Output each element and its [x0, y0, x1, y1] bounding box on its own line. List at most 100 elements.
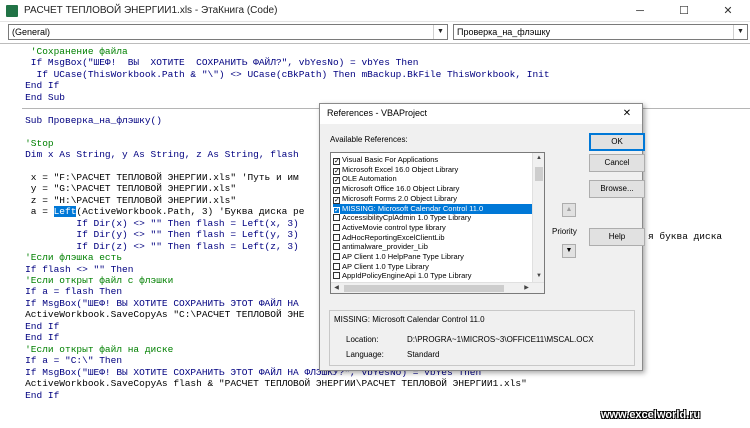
code-line[interactable]: End Sub — [8, 92, 65, 103]
code-line[interactable]: End If — [8, 321, 59, 332]
code-line[interactable]: End If — [8, 332, 59, 343]
reference-label: Visual Basic For Applications — [342, 155, 439, 164]
procedure-combo-value: Проверка_на_флэшку — [457, 27, 551, 37]
reference-item[interactable]: antimalware_provider_Lib — [333, 242, 532, 252]
maximize-button[interactable]: ☐ — [662, 0, 706, 22]
priority-down-icon[interactable]: ▼ — [562, 244, 576, 258]
procedure-combo[interactable]: Проверка_на_флэшку ▼ — [453, 24, 748, 40]
reference-checkbox[interactable] — [333, 214, 340, 222]
reference-item[interactable]: ✓ Microsoft Excel 16.0 Object Library — [333, 165, 532, 175]
reference-checkbox[interactable] — [333, 253, 340, 260]
reference-item[interactable]: ✓ MISSING: Microsoft Calendar Control 11.… — [333, 203, 532, 214]
browse-button[interactable]: Browse... — [589, 180, 645, 198]
reference-label: antimalware_provider_Lib — [342, 242, 428, 252]
reference-label: ActiveMovie control type library — [342, 222, 446, 232]
code-line[interactable]: Dim x As String, y As String, z As Strin… — [8, 149, 299, 160]
selected-code-word[interactable]: Left — [53, 206, 77, 218]
reference-item[interactable]: AccessibilityCplAdmin 1.0 Type Library — [333, 213, 532, 223]
code-line[interactable]: z = "H:\РАСЧЕТ ТЕПЛОВОЙ ЭНЕРГИИ.xls" — [8, 195, 236, 206]
ok-button[interactable]: OK — [589, 133, 645, 151]
reference-checkbox[interactable] — [333, 272, 340, 280]
code-line[interactable]: Sub Проверка_на_флэшку() — [8, 115, 162, 126]
minimize-button[interactable]: ─ — [618, 0, 662, 22]
priority-label: Priority — [552, 227, 577, 236]
priority-up-icon[interactable]: ▲ — [562, 203, 576, 217]
reference-item[interactable]: ✓ OLE Automation — [333, 174, 532, 185]
scroll-left-icon[interactable]: ◀ — [331, 283, 342, 293]
hscroll-thumb[interactable] — [344, 285, 504, 292]
reference-label: Microsoft Office 16.0 Object Library — [342, 184, 460, 194]
object-combo-value: (General) — [12, 27, 51, 37]
location-label: Location: — [346, 335, 379, 344]
reference-label: AccessibilityCplAdmin 1.0 Type Library — [342, 213, 472, 223]
code-fragment-right: я буква диска — [648, 231, 723, 242]
reference-info-title: MISSING: Microsoft Calendar Control 11.0 — [334, 315, 485, 324]
dialog-close-button[interactable]: ✕ — [612, 104, 642, 124]
reference-label: AppIdPolicyEngineApi 1.0 Type Library — [342, 271, 472, 281]
reference-item[interactable]: AP Client 1.0 HelpPane Type Library — [333, 252, 532, 262]
code-line[interactable]: If flash <> "" Then — [8, 264, 133, 275]
code-line[interactable]: 'Stop — [8, 138, 54, 149]
location-value: D:\PROGRA~1\MICROS~3\OFFICE11\MSCAL.OCX — [407, 335, 594, 344]
code-line[interactable]: If MsgBox("ШЕФ! ВЫ ХОТИТЕ СОХРАНИТЬ ФАЙЛ… — [8, 57, 419, 68]
scroll-up-icon[interactable]: ▲ — [533, 153, 544, 164]
code-line[interactable]: If Dir(z) <> "" Then flash = Left(z, 3) — [8, 241, 298, 252]
language-label: Language: — [346, 350, 384, 359]
code-line[interactable]: 'Если открыт файл с флэшки — [8, 275, 173, 286]
code-line[interactable]: 'Если флэшка есть — [8, 252, 122, 263]
code-line[interactable]: y = "G:\РАСЧЕТ ТЕПЛОВОЙ ЭНЕРГИИ.xls" — [8, 183, 236, 194]
reference-label: OLE Automation — [342, 174, 397, 184]
cancel-button[interactable]: Cancel — [589, 154, 645, 172]
code-line[interactable]: 'Если открыт файл на диске — [8, 344, 173, 355]
code-line[interactable]: ActiveWorkbook.SaveCopyAs flash & "РАСЧЕ… — [8, 378, 527, 389]
code-line[interactable]: If MsgBox("ШЕФ! ВЫ ХОТИТЕ СОХРАНИТЬ ЭТОТ… — [8, 298, 299, 309]
references-list[interactable]: ✓ Visual Basic For Applications ✓ Microsoft… — [330, 152, 545, 294]
reference-item[interactable]: ActiveMovie control type library — [333, 223, 532, 233]
code-line[interactable]: If a = "C:\" Then — [8, 355, 122, 366]
reference-item[interactable]: AP Client 1.0 Type Library — [333, 262, 532, 272]
close-button[interactable]: ✕ — [706, 0, 750, 22]
scroll-right-icon[interactable]: ▶ — [521, 283, 532, 293]
reference-checkbox[interactable] — [333, 223, 340, 231]
code-line[interactable]: End If — [8, 80, 59, 91]
site-watermark: www.excelworld.ru — [601, 409, 701, 421]
code-text: (ActiveWorkbook.Path, 3) 'Буква диска ре — [76, 206, 305, 218]
reference-item[interactable]: AppIdPolicyEngineApi 1.0 Type Library — [333, 271, 532, 281]
code-line[interactable]: If UCase(ThisWorkbook.Path & "\") <> UCa… — [8, 69, 550, 80]
window-title: РАСЧЕТ ТЕПЛОВОЙ ЭНЕРГИИ1.xls - ЭтаКнига … — [24, 5, 278, 16]
dialog-title: References - VBAProject — [327, 108, 428, 118]
code-line[interactable]: If a = flash Then — [8, 286, 122, 297]
reference-item[interactable]: ✓ Microsoft Office 16.0 Object Library — [333, 184, 532, 195]
reference-label: AP Client 1.0 HelpPane Type Library — [342, 252, 464, 261]
reference-label: MISSING: Microsoft Calendar Control 11.0 — [342, 203, 484, 213]
code-line[interactable]: a = Left(ActiveWorkbook.Path, 3) 'Буква … — [8, 206, 305, 218]
help-button[interactable]: Help — [589, 228, 645, 246]
code-text: a = — [8, 206, 54, 218]
code-line[interactable]: If Dir(y) <> "" Then flash = Left(y, 3) — [8, 229, 298, 240]
reference-checkbox[interactable] — [333, 243, 340, 251]
language-value: Standard — [407, 350, 440, 359]
code-line[interactable]: End If — [8, 390, 59, 401]
reference-info-group: MISSING: Microsoft Calendar Control 11.0… — [329, 310, 635, 366]
scroll-thumb[interactable] — [535, 167, 543, 181]
reference-label: AP Client 1.0 Type Library — [342, 261, 429, 271]
code-line[interactable]: 'Сохранение файла — [8, 46, 128, 57]
object-combo[interactable]: (General) ▼ — [8, 24, 448, 40]
reference-item[interactable]: AdHocReportingExcelClientLib — [333, 233, 532, 243]
code-line[interactable]: If Dir(x) <> "" Then flash = Left(x, 3) — [8, 218, 298, 229]
reference-label: Microsoft Excel 16.0 Object Library — [342, 164, 459, 174]
chevron-down-icon[interactable]: ▼ — [433, 25, 447, 39]
scroll-down-icon[interactable]: ▼ — [533, 271, 544, 282]
code-line[interactable]: x = "F:\РАСЧЕТ ТЕПЛОВОЙ ЭНЕРГИИ.xls" 'Пу… — [8, 172, 299, 183]
reference-item[interactable]: ✓ Microsoft Forms 2.0 Object Library — [333, 194, 532, 204]
chevron-down-icon[interactable]: ▼ — [733, 25, 747, 39]
list-vertical-scrollbar[interactable]: ▲ ▼ — [532, 153, 544, 293]
reference-item[interactable]: ✓ Visual Basic For Applications — [333, 155, 532, 165]
code-line[interactable]: ActiveWorkbook.SaveCopyAs "C:\РАСЧЕТ ТЕП… — [8, 309, 304, 320]
references-dialog: References - VBAProject ✕ Available Refe… — [319, 103, 645, 371]
window-titlebar: РАСЧЕТ ТЕПЛОВОЙ ЭНЕРГИИ1.xls - ЭтаКнига … — [0, 0, 750, 22]
reference-checkbox[interactable] — [333, 262, 340, 270]
reference-label: Microsoft Forms 2.0 Object Library — [342, 193, 458, 203]
reference-checkbox[interactable] — [333, 233, 340, 241]
list-horizontal-scrollbar[interactable]: ◀ ▶ — [331, 282, 544, 293]
